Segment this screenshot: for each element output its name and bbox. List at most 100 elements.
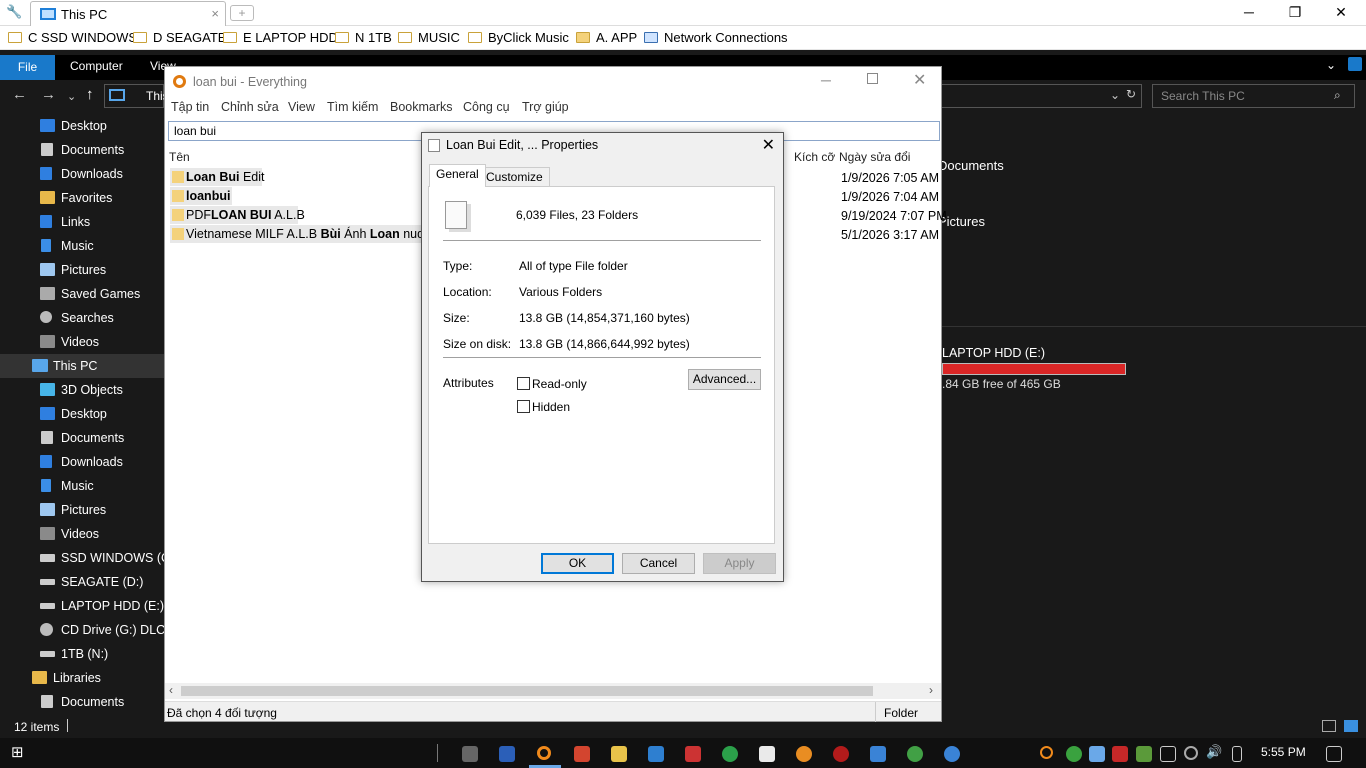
computer-tab[interactable]: Computer (70, 59, 123, 73)
volume-icon[interactable]: 🔊 (1206, 744, 1222, 760)
sidebar-item-documents[interactable]: Documents (0, 138, 164, 162)
app-icon[interactable] (722, 746, 738, 762)
column-date[interactable]: Ngày sửa đổi (839, 150, 910, 164)
documents-folder-label[interactable]: Documents (938, 158, 1004, 173)
tab-this-pc[interactable]: This PC × (30, 1, 226, 26)
menu-help[interactable]: Trợ giúp (522, 100, 569, 114)
menu-search[interactable]: Tìm kiếm (327, 100, 378, 114)
details-view-icon[interactable] (1322, 720, 1336, 732)
app-icon[interactable] (796, 746, 812, 762)
favorite-d-seagate[interactable]: D SEAGATE (133, 30, 226, 45)
app-icon[interactable] (462, 746, 478, 762)
menu-file[interactable]: Tập tin (171, 100, 209, 114)
everything-icon[interactable] (537, 746, 551, 760)
minimize-button[interactable]: ─ (821, 72, 831, 88)
advanced-button[interactable]: Advanced... (688, 369, 761, 390)
favorite-music[interactable]: MUSIC (398, 30, 460, 45)
restore-button[interactable]: ❐ (1272, 0, 1318, 26)
scroll-left-icon[interactable]: ‹ (169, 683, 173, 697)
sidebar-item-videos-2[interactable]: Videos (0, 522, 164, 546)
maximize-button[interactable] (867, 73, 878, 84)
cancel-button[interactable]: Cancel (622, 553, 695, 574)
chevron-down-icon[interactable]: ⌄ (1326, 58, 1336, 72)
sidebar-item-searches[interactable]: Searches (0, 306, 164, 330)
file-explorer-icon[interactable] (611, 746, 627, 762)
windows-start-icon[interactable]: ⊞ (11, 743, 27, 761)
sidebar-item-drive-d[interactable]: SEAGATE (D:) (0, 570, 164, 594)
up-arrow-icon[interactable]: ↑ (86, 86, 94, 103)
tray-everything-icon[interactable] (1040, 746, 1053, 759)
close-window-button[interactable]: ✕ (1318, 0, 1364, 26)
cloud-icon[interactable] (1089, 746, 1105, 762)
app-icon[interactable] (759, 746, 775, 762)
app-icon[interactable] (907, 746, 923, 762)
new-tab-button[interactable]: + (230, 5, 254, 21)
sidebar-item-music-2[interactable]: Music (0, 474, 164, 498)
sidebar-item-documents-3[interactable]: Documents (0, 690, 164, 714)
network-icon[interactable] (1160, 746, 1176, 762)
read-only-checkbox[interactable] (517, 377, 530, 390)
ok-button[interactable]: OK (541, 553, 614, 574)
result-row[interactable]: Vietnamese MILF A.L.B Bùi Ánh Loan nude … (170, 225, 444, 243)
menu-bookmarks[interactable]: Bookmarks (390, 100, 453, 114)
menu-tools[interactable]: Công cụ (463, 100, 510, 114)
battery-icon[interactable] (1232, 746, 1242, 762)
favorite-byclick[interactable]: ByClick Music (468, 30, 569, 45)
minimize-button[interactable]: ─ (1226, 0, 1272, 26)
sidebar-item-desktop-2[interactable]: Desktop (0, 402, 164, 426)
sidebar-item-libraries[interactable]: Libraries (0, 666, 164, 690)
tab-customize[interactable]: Customize (479, 167, 550, 187)
tray-icon[interactable] (1066, 746, 1082, 762)
sidebar-item-3d-objects[interactable]: 3D Objects (0, 378, 164, 402)
wrench-icon[interactable]: 🔧 (6, 4, 22, 20)
favorite-network[interactable]: Network Connections (644, 30, 788, 45)
column-name[interactable]: Tên (169, 150, 190, 164)
result-row[interactable]: Loan Bui Edit (170, 168, 264, 186)
sidebar-item-pictures[interactable]: Pictures (0, 258, 164, 282)
sidebar-item-music[interactable]: Music (0, 234, 164, 258)
sidebar-item-drive-e[interactable]: LAPTOP HDD (E:) (0, 594, 164, 618)
sidebar-item-documents-2[interactable]: Documents (0, 426, 164, 450)
sidebar-item-downloads-2[interactable]: Downloads (0, 450, 164, 474)
forward-arrow-icon[interactable]: → (41, 86, 56, 103)
sidebar-item-drive-c[interactable]: SSD WINDOWS (C:) (0, 546, 164, 570)
sidebar-item-videos[interactable]: Videos (0, 330, 164, 354)
close-icon[interactable]: ✕ (762, 135, 775, 155)
tray-icon[interactable] (1136, 746, 1152, 762)
sidebar-item-pictures-2[interactable]: Pictures (0, 498, 164, 522)
file-tab[interactable]: File (0, 55, 55, 80)
scrollbar-thumb[interactable] (181, 686, 873, 696)
app-icon[interactable] (499, 746, 515, 762)
result-row[interactable]: PDFLOAN BUI A.L.B (170, 206, 305, 224)
sidebar-item-desktop[interactable]: Desktop (0, 114, 164, 138)
hidden-checkbox[interactable] (517, 400, 530, 413)
menu-edit[interactable]: Chỉnh sửa (221, 100, 279, 114)
notifications-icon[interactable] (1326, 746, 1342, 762)
app-icon[interactable] (574, 746, 590, 762)
clock[interactable]: 5:55 PM (1261, 745, 1306, 759)
horizontal-scrollbar[interactable]: ‹ › (165, 683, 941, 699)
result-row[interactable]: loanbui (170, 187, 232, 205)
tab-general[interactable]: General (429, 164, 486, 187)
scroll-right-icon[interactable]: › (929, 683, 933, 697)
app-icon[interactable] (833, 746, 849, 762)
column-size[interactable]: Kích cỡ (794, 150, 835, 164)
menu-view[interactable]: View (288, 100, 315, 114)
search-input[interactable]: Search This PC (1152, 84, 1355, 108)
favorite-c-ssd[interactable]: C SSD WINDOWS (8, 30, 137, 45)
refresh-icon[interactable]: ↻ (1126, 87, 1136, 101)
tab-close-icon[interactable]: × (211, 6, 219, 21)
recent-chevron-icon[interactable]: ⌄ (67, 90, 76, 103)
tray-icon[interactable] (1184, 746, 1198, 760)
drive-e-label[interactable]: LAPTOP HDD (E:) (942, 346, 1045, 360)
tray-icon[interactable] (1112, 746, 1128, 762)
sidebar-item-downloads[interactable]: Downloads (0, 162, 164, 186)
back-arrow-icon[interactable]: ← (12, 86, 27, 103)
app-icon[interactable] (648, 746, 664, 762)
favorite-e-laptop[interactable]: E LAPTOP HDD (223, 30, 338, 45)
chrome-icon[interactable] (944, 746, 960, 762)
favorite-n-1tb[interactable]: N 1TB (335, 30, 392, 45)
chevron-down-icon[interactable]: ⌄ (1110, 88, 1120, 102)
app-icon[interactable] (870, 746, 886, 762)
close-button[interactable]: ✕ (913, 70, 926, 90)
